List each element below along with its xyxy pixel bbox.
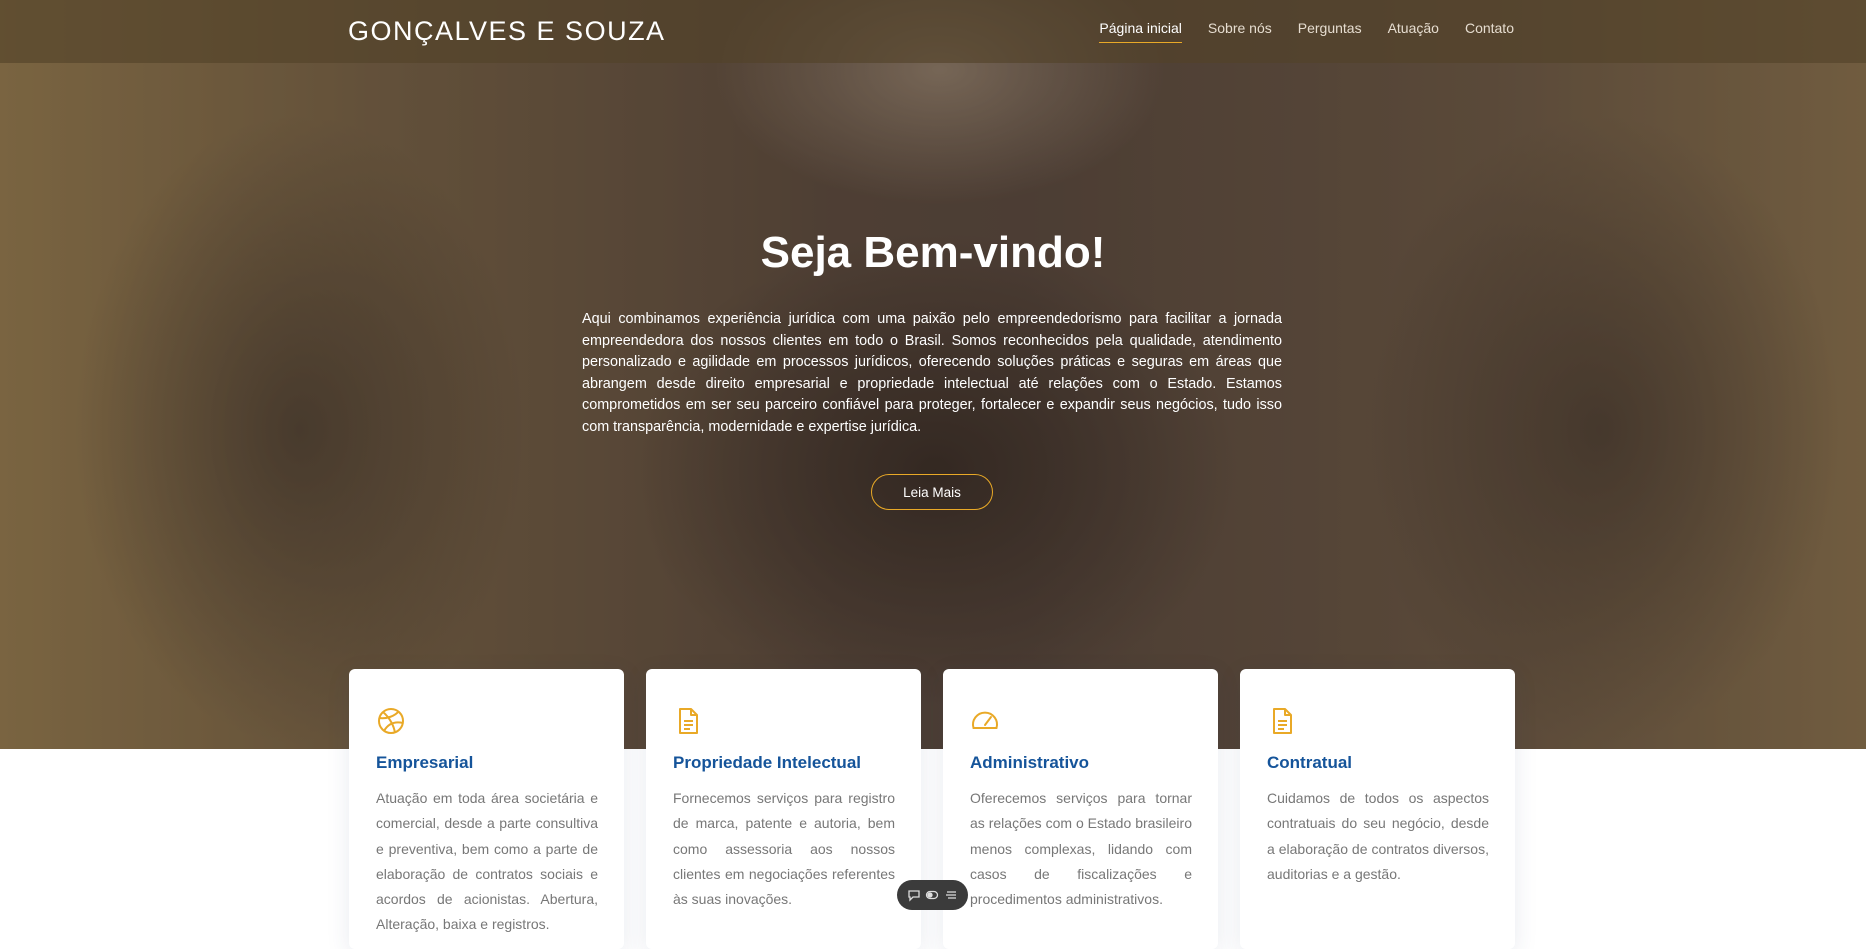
service-card-empresarial: Empresarial Atuação em toda área societá… [349,669,624,949]
card-title: Empresarial [376,753,474,772]
card-title: Contratual [1267,753,1352,772]
nav-home[interactable]: Página inicial [1099,20,1182,43]
document-icon [1267,706,1297,736]
hero-description: Aqui combinamos experiência jurídica com… [582,311,1282,435]
floating-toolbar [897,880,968,910]
chat-icon[interactable] [907,888,921,902]
nav-practice-areas[interactable]: Atuação [1388,20,1439,43]
card-title: Propriedade Intelectual [673,753,861,772]
service-card-propriedade-intelectual: Propriedade Intelectual Fornecemos servi… [646,669,921,949]
menu-icon[interactable] [944,888,958,902]
dribbble-icon [376,706,406,736]
hero-title: Seja Bem-vindo! [760,228,1106,277]
main-nav: Página inicial Sobre nós Perguntas Atuaç… [1099,20,1514,43]
nav-about[interactable]: Sobre nós [1208,20,1272,43]
navbar: GONÇALVES E SOUZA Página inicial Sobre n… [0,0,1866,63]
nav-faq[interactable]: Perguntas [1298,20,1362,43]
nav-contact[interactable]: Contato [1465,20,1514,43]
card-text: Fornecemos serviços para registro de mar… [673,790,895,908]
toggle-icon[interactable] [925,888,939,902]
site-logo[interactable]: GONÇALVES E SOUZA [348,16,666,47]
service-card-contratual: Contratual Cuidamos de todos os aspectos… [1240,669,1515,949]
service-card-administrativo: Administrativo Oferecemos serviços para … [943,669,1218,949]
read-more-button[interactable]: Leia Mais [871,474,993,510]
speedometer-icon [970,706,1000,736]
card-text: Cuidamos de todos os aspectos contratuai… [1267,790,1489,882]
card-text: Oferecemos serviços para tornar as relaç… [970,790,1192,908]
card-title: Administrativo [970,753,1090,772]
document-icon [673,706,703,736]
card-text: Atuação em toda área societária e comerc… [376,790,598,933]
